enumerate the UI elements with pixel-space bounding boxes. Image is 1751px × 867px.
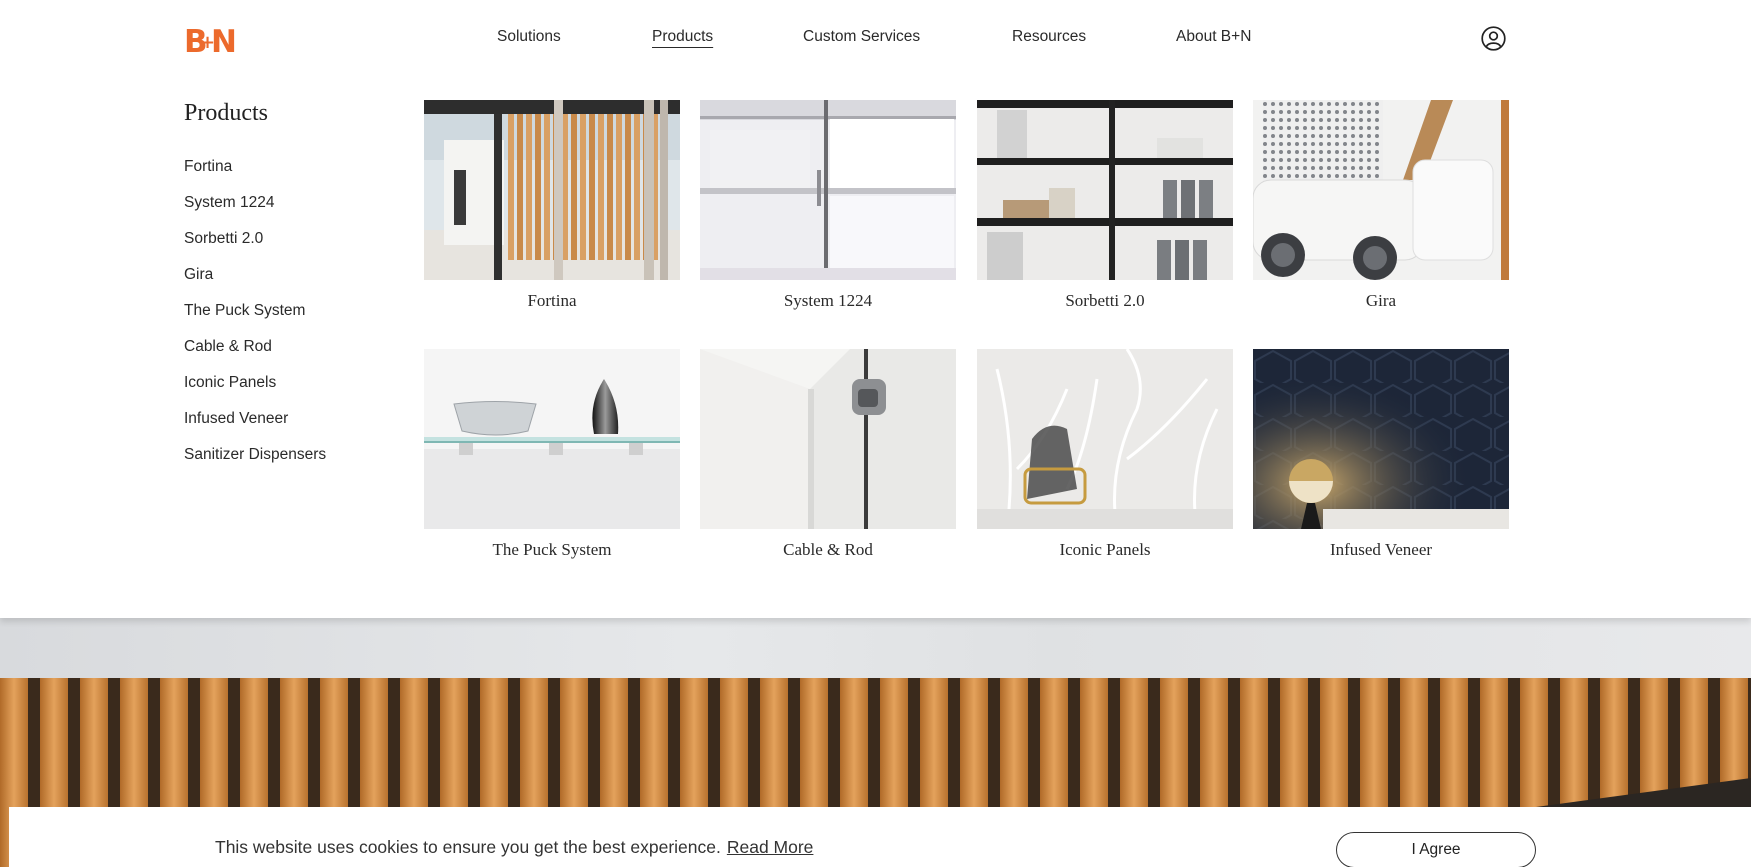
- product-card-system-1224[interactable]: System 1224: [700, 100, 956, 311]
- card-label: Cable & Rod: [783, 540, 873, 559]
- user-circle-icon[interactable]: [1481, 26, 1506, 51]
- side-item-iconic-panels[interactable]: Iconic Panels: [184, 374, 326, 410]
- product-card-infused-veneer[interactable]: Infused Veneer: [1253, 349, 1509, 560]
- agree-button[interactable]: I Agree: [1336, 832, 1536, 867]
- product-card-puck-system[interactable]: The Puck System: [424, 349, 680, 560]
- side-item-cable-rod[interactable]: Cable & Rod: [184, 338, 326, 374]
- product-side-list: Fortina System 1224 Sorbetti 2.0 Gira Th…: [184, 158, 326, 482]
- card-label: Fortina: [527, 291, 577, 310]
- nav-resources[interactable]: Resources: [1012, 28, 1086, 46]
- nav-products[interactable]: Products: [652, 28, 713, 46]
- cookie-banner: This website uses cookies to ensure you …: [9, 807, 1751, 867]
- nav-solutions[interactable]: Solutions: [497, 28, 561, 46]
- puck-system-image: [424, 349, 680, 529]
- side-item-puck-system[interactable]: The Puck System: [184, 302, 326, 338]
- system-1224-image: [700, 100, 956, 280]
- fortina-image: [424, 100, 680, 280]
- product-card-sorbetti[interactable]: Sorbetti 2.0: [977, 100, 1233, 311]
- read-more-link[interactable]: Read More: [727, 837, 814, 857]
- nav-custom-services[interactable]: Custom Services: [803, 28, 920, 46]
- side-item-sorbetti[interactable]: Sorbetti 2.0: [184, 230, 326, 266]
- infused-veneer-image: [1253, 349, 1509, 529]
- cookie-message: This website uses cookies to ensure you …: [215, 837, 813, 858]
- card-label: Gira: [1365, 291, 1397, 310]
- product-card-gira[interactable]: Gira: [1253, 100, 1509, 311]
- side-item-system-1224[interactable]: System 1224: [184, 194, 326, 230]
- cable-rod-image: [700, 349, 956, 529]
- hero-backdrop: [0, 618, 1751, 678]
- products-mega-menu: Products Fortina System 1224 Sorbetti 2.…: [0, 76, 1751, 618]
- side-item-fortina[interactable]: Fortina: [184, 158, 326, 194]
- nav-about[interactable]: About B+N: [1176, 28, 1251, 46]
- side-item-gira[interactable]: Gira: [184, 266, 326, 302]
- side-item-sanitizer-dispensers[interactable]: Sanitizer Dispensers: [184, 446, 326, 482]
- product-card-fortina[interactable]: Fortina: [424, 100, 680, 311]
- card-label: The Puck System: [492, 540, 612, 559]
- card-label: Iconic Panels: [1059, 540, 1151, 559]
- side-item-infused-veneer[interactable]: Infused Veneer: [184, 410, 326, 446]
- card-label: Infused Veneer: [1329, 540, 1433, 559]
- card-label: System 1224: [783, 291, 873, 310]
- gira-image: [1253, 100, 1509, 280]
- card-label: Sorbetti 2.0: [1065, 291, 1145, 310]
- sorbetti-image: [977, 100, 1233, 280]
- product-card-iconic-panels[interactable]: Iconic Panels: [977, 349, 1233, 560]
- menu-title: Products: [184, 100, 268, 126]
- site-header: B + N Solutions Products Custom Services…: [0, 0, 1751, 76]
- iconic-panels-image: [977, 349, 1233, 529]
- product-card-cable-rod[interactable]: Cable & Rod: [700, 349, 956, 560]
- cookie-text: This website uses cookies to ensure you …: [215, 837, 721, 857]
